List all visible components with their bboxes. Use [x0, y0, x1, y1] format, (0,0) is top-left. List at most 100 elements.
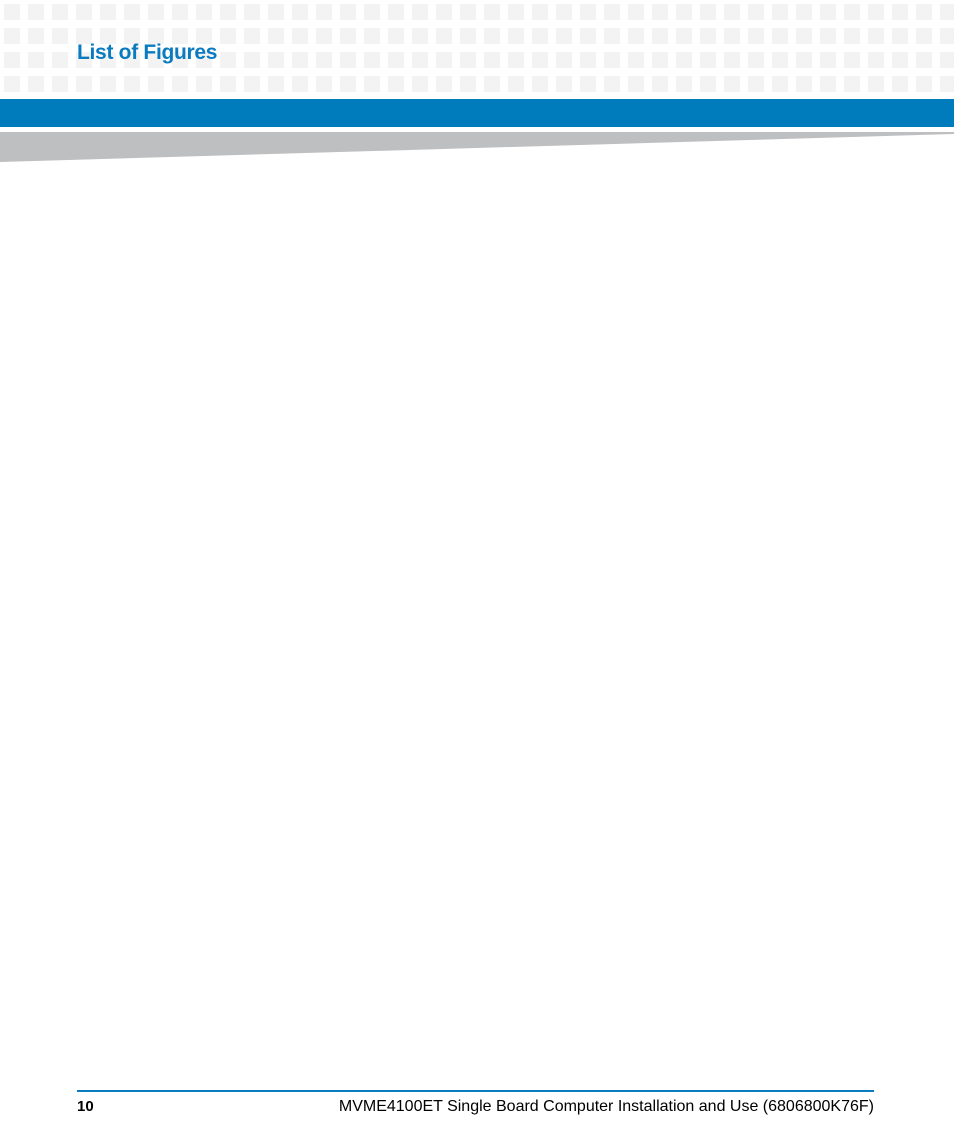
grid-square — [940, 4, 954, 20]
grid-square — [52, 76, 68, 92]
grid-square — [124, 4, 140, 20]
grid-square — [292, 28, 308, 44]
grid-square — [76, 4, 92, 20]
page-number: 10 — [77, 1098, 94, 1115]
grid-square — [292, 52, 308, 68]
grid-square — [892, 4, 908, 20]
grid-square — [460, 28, 476, 44]
grid-square — [172, 76, 188, 92]
grid-square — [244, 76, 260, 92]
grid-square — [28, 4, 44, 20]
grid-square — [556, 76, 572, 92]
grid-square — [460, 52, 476, 68]
grid-square — [172, 4, 188, 20]
grid-square — [100, 76, 116, 92]
grid-square — [484, 4, 500, 20]
grid-square — [556, 4, 572, 20]
grid-square — [316, 76, 332, 92]
grid-square — [484, 76, 500, 92]
grid-square — [52, 52, 68, 68]
grid-square — [676, 52, 692, 68]
grid-square — [868, 28, 884, 44]
grid-square — [388, 4, 404, 20]
grid-square — [532, 52, 548, 68]
grid-square — [628, 52, 644, 68]
grid-square — [556, 52, 572, 68]
grid-square — [604, 52, 620, 68]
grid-square — [148, 76, 164, 92]
grid-square — [916, 4, 932, 20]
grid-square — [652, 4, 668, 20]
grid-square — [100, 4, 116, 20]
grid-square — [820, 52, 836, 68]
grid-square — [364, 4, 380, 20]
grid-square — [940, 52, 954, 68]
grid-square — [124, 76, 140, 92]
grid-square — [220, 76, 236, 92]
grid-square — [220, 52, 236, 68]
grid-square — [508, 76, 524, 92]
grid-square — [28, 28, 44, 44]
grid-square — [772, 28, 788, 44]
grid-square — [628, 76, 644, 92]
grid-square — [748, 52, 764, 68]
grid-square — [724, 4, 740, 20]
grid-square — [412, 28, 428, 44]
grid-square — [196, 76, 212, 92]
grid-square — [28, 52, 44, 68]
grid-square — [388, 28, 404, 44]
grid-square — [940, 76, 954, 92]
grid-square — [940, 28, 954, 44]
grid-square — [4, 28, 20, 44]
grid-square — [4, 4, 20, 20]
grid-square — [436, 4, 452, 20]
grid-square — [796, 4, 812, 20]
grid-square — [916, 28, 932, 44]
grid-square — [892, 52, 908, 68]
grid-square — [316, 28, 332, 44]
grid-square — [340, 28, 356, 44]
grid-square — [628, 4, 644, 20]
grid-square — [484, 28, 500, 44]
grid-square — [460, 4, 476, 20]
grid-square — [700, 28, 716, 44]
grid-square — [292, 4, 308, 20]
grid-square — [220, 28, 236, 44]
grid-square — [844, 76, 860, 92]
gray-wedge-shape — [0, 132, 954, 162]
grid-square — [820, 28, 836, 44]
grid-square — [556, 28, 572, 44]
grid-square — [4, 52, 20, 68]
grid-square — [52, 28, 68, 44]
grid-square — [316, 52, 332, 68]
grid-square — [52, 4, 68, 20]
grid-square — [700, 4, 716, 20]
grid-square — [268, 52, 284, 68]
grid-square — [484, 52, 500, 68]
grid-square — [676, 76, 692, 92]
grid-square — [268, 28, 284, 44]
grid-square — [364, 52, 380, 68]
grid-square — [436, 28, 452, 44]
grid-square — [508, 52, 524, 68]
grid-square — [388, 76, 404, 92]
grid-square — [244, 52, 260, 68]
grid-square — [580, 52, 596, 68]
grid-square — [892, 76, 908, 92]
grid-square — [652, 76, 668, 92]
grid-square — [580, 4, 596, 20]
grid-square — [820, 4, 836, 20]
grid-square — [412, 4, 428, 20]
grid-square — [460, 76, 476, 92]
grid-square — [148, 4, 164, 20]
grid-square — [364, 28, 380, 44]
grid-square — [724, 76, 740, 92]
grid-square — [196, 4, 212, 20]
grid-square — [532, 76, 548, 92]
grid-square — [676, 28, 692, 44]
grid-square — [532, 4, 548, 20]
grid-square — [340, 52, 356, 68]
grid-square — [508, 28, 524, 44]
grid-square — [388, 52, 404, 68]
grid-square — [580, 28, 596, 44]
